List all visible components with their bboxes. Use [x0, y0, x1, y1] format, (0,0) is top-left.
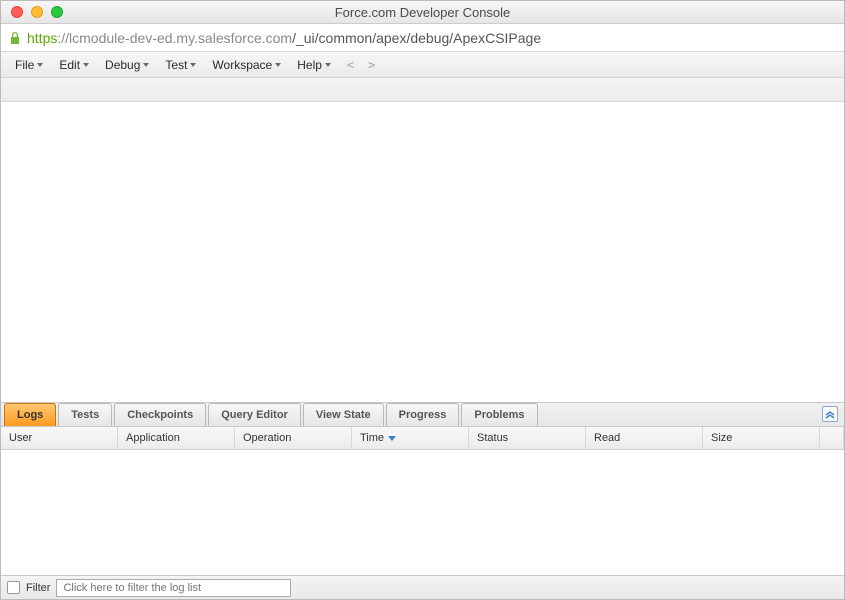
traffic-lights	[1, 6, 63, 18]
column-header-size[interactable]: Size	[703, 427, 820, 449]
filter-input[interactable]	[56, 579, 291, 597]
menu-debug[interactable]: Debug	[97, 55, 157, 75]
column-header-filler	[820, 427, 844, 449]
expand-panel-button[interactable]	[822, 406, 838, 422]
url-bar: https://lcmodule-dev-ed.my.salesforce.co…	[1, 24, 844, 52]
chevron-down-icon	[143, 63, 149, 67]
log-grid-body	[1, 450, 844, 575]
lock-icon	[9, 31, 21, 45]
menu-label: Workspace	[212, 58, 272, 72]
menu-label: File	[15, 58, 34, 72]
bottom-panel: LogsTestsCheckpointsQuery EditorView Sta…	[1, 402, 844, 599]
column-header-user[interactable]: User	[1, 427, 118, 449]
editor-area	[1, 102, 844, 402]
menu-edit[interactable]: Edit	[51, 55, 97, 75]
menu-label: Test	[165, 58, 187, 72]
menu-file[interactable]: File	[7, 55, 51, 75]
menu-workspace[interactable]: Workspace	[204, 55, 289, 75]
column-label: Operation	[243, 432, 291, 444]
menu-test[interactable]: Test	[157, 55, 204, 75]
tab-problems[interactable]: Problems	[461, 403, 537, 426]
column-header-operation[interactable]: Operation	[235, 427, 352, 449]
tab-logs[interactable]: Logs	[4, 403, 56, 426]
column-label: Time	[360, 432, 384, 444]
column-label: Size	[711, 432, 732, 444]
bottom-tabs-row: LogsTestsCheckpointsQuery EditorView Sta…	[1, 403, 844, 427]
menu-label: Debug	[105, 58, 140, 72]
chevron-down-icon	[190, 63, 196, 67]
tab-progress[interactable]: Progress	[386, 403, 460, 426]
tab-query-editor[interactable]: Query Editor	[208, 403, 301, 426]
nav-back-button[interactable]: <	[341, 58, 360, 72]
filter-label: Filter	[26, 582, 50, 594]
menu-help[interactable]: Help	[289, 55, 339, 75]
chevron-down-icon	[275, 63, 281, 67]
filter-checkbox[interactable]	[7, 581, 20, 594]
nav-forward-button[interactable]: >	[362, 58, 381, 72]
tab-checkpoints[interactable]: Checkpoints	[114, 403, 206, 426]
column-label: Read	[594, 432, 620, 444]
filter-bar: Filter	[1, 575, 844, 599]
window-title: Force.com Developer Console	[1, 5, 844, 20]
column-header-status[interactable]: Status	[469, 427, 586, 449]
column-label: Application	[126, 432, 180, 444]
column-label: User	[9, 432, 32, 444]
menu-label: Help	[297, 58, 322, 72]
menu-bar: File Edit Debug Test Workspace Help < >	[1, 52, 844, 78]
column-header-read[interactable]: Read	[586, 427, 703, 449]
log-grid-header: User Application Operation Time Status Read Si…	[1, 427, 844, 450]
column-header-time[interactable]: Time	[352, 427, 469, 449]
url-text[interactable]: https://lcmodule-dev-ed.my.salesforce.co…	[27, 30, 541, 46]
url-host: ://lcmodule-dev-ed.my.salesforce.com	[57, 30, 292, 46]
toolbar-strip	[1, 78, 844, 102]
chevron-down-icon	[83, 63, 89, 67]
chevron-down-icon	[325, 63, 331, 67]
titlebar: Force.com Developer Console	[1, 1, 844, 24]
sort-desc-icon	[388, 436, 396, 441]
tab-view-state[interactable]: View State	[303, 403, 384, 426]
url-protocol: https	[27, 30, 57, 46]
chevron-down-icon	[37, 63, 43, 67]
close-window-button[interactable]	[11, 6, 23, 18]
minimize-window-button[interactable]	[31, 6, 43, 18]
column-header-application[interactable]: Application	[118, 427, 235, 449]
url-path: /_ui/common/apex/debug/ApexCSIPage	[292, 30, 541, 46]
maximize-window-button[interactable]	[51, 6, 63, 18]
menu-label: Edit	[59, 58, 80, 72]
tab-tests[interactable]: Tests	[58, 403, 112, 426]
column-label: Status	[477, 432, 508, 444]
